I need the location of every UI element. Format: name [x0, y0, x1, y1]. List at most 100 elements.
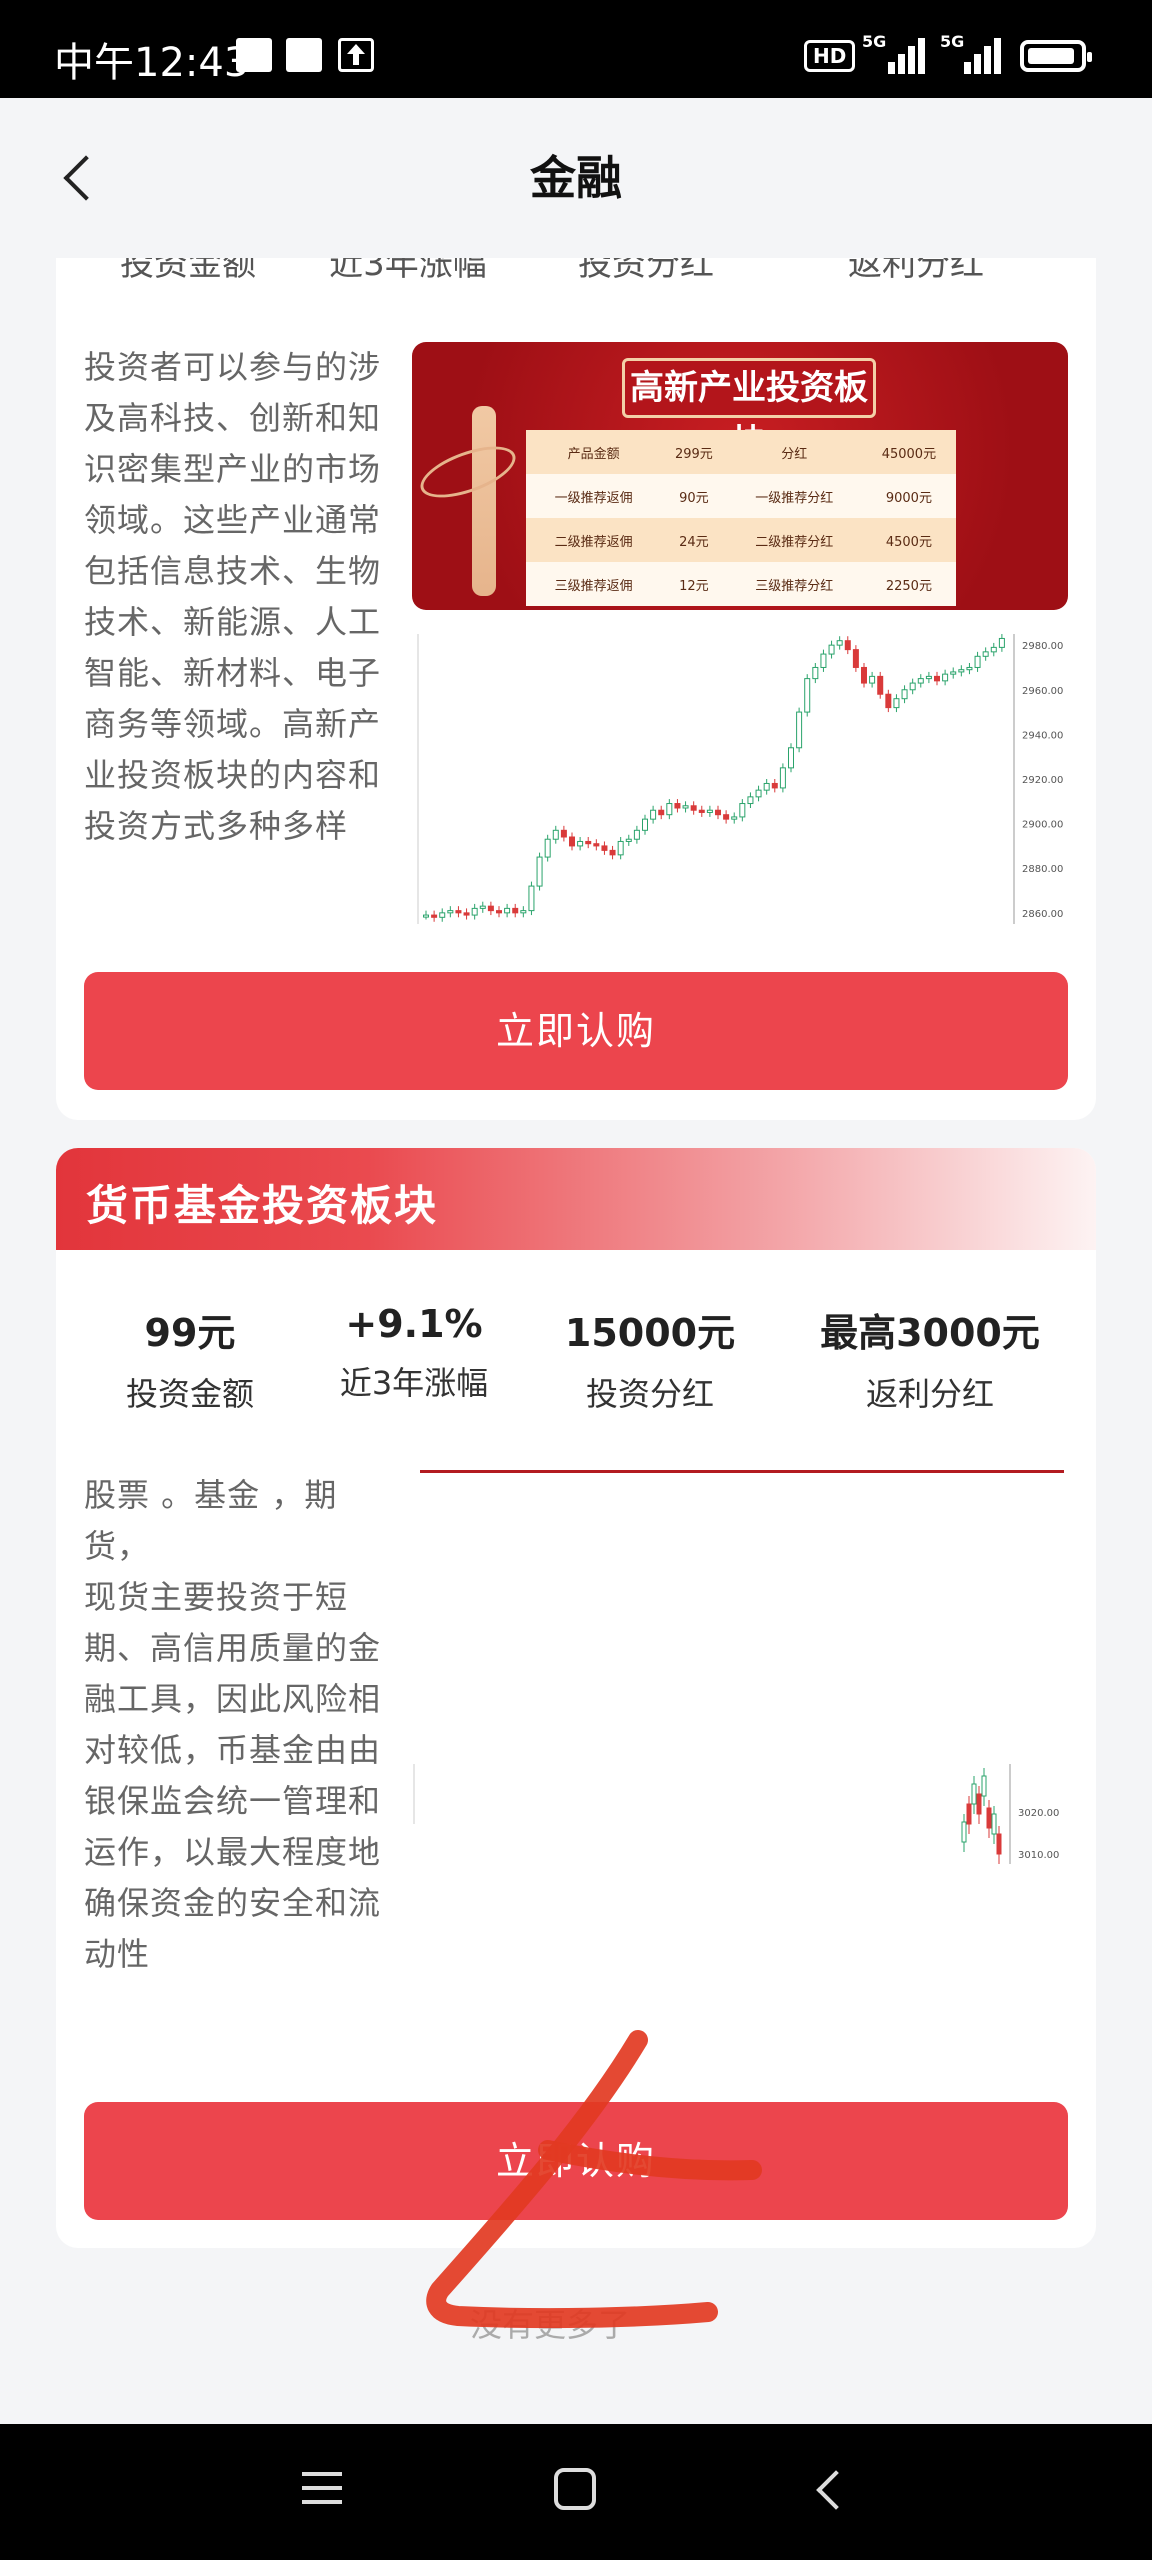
back-icon[interactable] — [812, 2472, 846, 2506]
status-bar: 中午12:43 HD 5G 5G — [0, 0, 1152, 98]
battery-icon — [1020, 40, 1092, 72]
y-tick-label: 2860.00 — [1022, 909, 1063, 920]
table-row: 产品金额 299元 分红 45000元 — [526, 430, 956, 474]
candle — [723, 814, 730, 820]
section-header: 货币基金投资板块 — [56, 1148, 1096, 1250]
description-line: 融工具，因此风险相 — [84, 1680, 382, 1718]
candle — [487, 905, 494, 912]
description-line: 银保监会统一管理和 — [84, 1782, 382, 1820]
candle — [986, 1807, 992, 1829]
y-tick-label: 2960.00 — [1022, 686, 1063, 697]
hd-icon: HD — [804, 40, 856, 72]
candle — [747, 796, 754, 805]
y-tick-label: 2940.00 — [1022, 730, 1063, 741]
candle — [861, 666, 867, 684]
product-banner: 高新产业投资板块 产品金额299元分红45000元一级推荐返佣90元一级推荐分红… — [412, 342, 1068, 610]
candle — [601, 845, 608, 851]
stat-value: 15000元 — [564, 1311, 736, 1355]
y-tick-label: 3020.00 — [1018, 1808, 1059, 1819]
candle — [820, 653, 827, 668]
stat-label: 近3年涨幅 — [339, 1364, 489, 1402]
candle — [658, 809, 665, 816]
stat-labels: 投资金额 近3年涨幅 投资分红 返利分红 — [56, 258, 1096, 284]
candle — [455, 910, 462, 914]
stat-label: 投资金额 — [125, 1375, 254, 1413]
notification-icon — [236, 38, 272, 72]
table-cell: 4500元 — [861, 518, 956, 562]
candle — [788, 747, 794, 769]
stat-label: 投资分红 — [578, 258, 714, 284]
candle — [961, 1821, 967, 1843]
candle — [990, 646, 997, 653]
candle — [439, 912, 446, 918]
candle — [609, 849, 616, 856]
y-tick-label: 2920.00 — [1022, 775, 1063, 786]
candle — [471, 907, 478, 916]
table-cell: 产品金额 — [526, 430, 662, 474]
candle — [976, 1793, 982, 1815]
candle — [971, 1783, 977, 1805]
candle — [934, 675, 940, 682]
table-row: 三级推荐返佣 12元 三级推荐分红 2250元 — [526, 562, 956, 606]
candle — [642, 818, 648, 831]
candle — [958, 669, 965, 673]
candle — [885, 693, 892, 709]
signal-icon: 5G — [940, 32, 1001, 74]
table-cell: 三级推荐返佣 — [526, 562, 662, 606]
candle — [828, 644, 835, 655]
candle — [633, 829, 640, 840]
candle — [479, 905, 486, 909]
money-fund-card: 货币基金投资板块 99元 投资金额 +9.1% 近3年涨幅 15000元 投资分… — [56, 1148, 1096, 2248]
description-line: 技术、新能源、人工 — [84, 603, 382, 641]
description-line: 智能、新材料、电子 — [84, 654, 382, 692]
candle — [755, 789, 762, 798]
description-line: 期、高信用质量的金 — [84, 1629, 382, 1667]
y-tick-label: 2900.00 — [1022, 820, 1063, 831]
stat-investment: 99元 投资金额 — [70, 1302, 310, 1415]
stat-growth: +9.1% 近3年涨幅 — [294, 1302, 534, 1404]
candle — [706, 809, 713, 813]
candle — [682, 805, 689, 809]
candle — [982, 651, 989, 657]
home-icon[interactable] — [554, 2468, 596, 2510]
description-line: 投资者可以参与的涉 — [84, 348, 382, 386]
candle — [520, 910, 527, 914]
table-row: 二级推荐返佣 24元 二级推荐分红 4500元 — [526, 518, 956, 562]
table-cell: 12元 — [661, 562, 727, 606]
candle — [447, 910, 454, 914]
candle — [569, 836, 575, 847]
banner-title: 高新产业投资板块 — [622, 358, 876, 462]
candle — [528, 885, 535, 912]
candle — [512, 907, 519, 914]
table-cell: 三级推荐分红 — [726, 562, 862, 606]
candle — [536, 856, 543, 887]
candle — [731, 816, 738, 820]
candle — [544, 838, 551, 858]
candle — [739, 803, 746, 818]
stat-label: 返利分红 — [865, 1375, 994, 1413]
subscribe-button[interactable]: 立即认购 — [84, 972, 1068, 1090]
stat-label: 投资分红 — [585, 1375, 714, 1413]
section-title: 货币基金投资板块 — [86, 1181, 439, 1230]
table-cell: 分红 — [726, 430, 862, 474]
candle — [431, 914, 438, 918]
table-cell: 2250元 — [861, 562, 956, 606]
description-line: 包括信息技术、生物 — [84, 552, 382, 590]
y-tick-label: 3010.00 — [1018, 1850, 1059, 1861]
description-line: 投资方式多种多样 — [84, 807, 349, 845]
menu-icon[interactable] — [302, 2468, 346, 2508]
candle — [625, 838, 632, 842]
candle — [715, 809, 721, 816]
table-cell: 二级推荐分红 — [726, 518, 862, 562]
subscribe-button[interactable]: 立即认购 — [84, 2102, 1068, 2220]
notification-icon — [286, 38, 322, 72]
candle — [877, 675, 884, 695]
candle — [981, 1775, 987, 1797]
candle — [942, 673, 949, 682]
description-line: 识密集型产业的市场 — [84, 450, 382, 488]
candle — [804, 678, 811, 713]
signal-icon: 5G — [862, 32, 925, 74]
candle — [560, 829, 567, 838]
table-row: 一级推荐返佣 90元 一级推荐分红 9000元 — [526, 474, 956, 518]
table-cell: 一级推荐分红 — [726, 474, 862, 518]
